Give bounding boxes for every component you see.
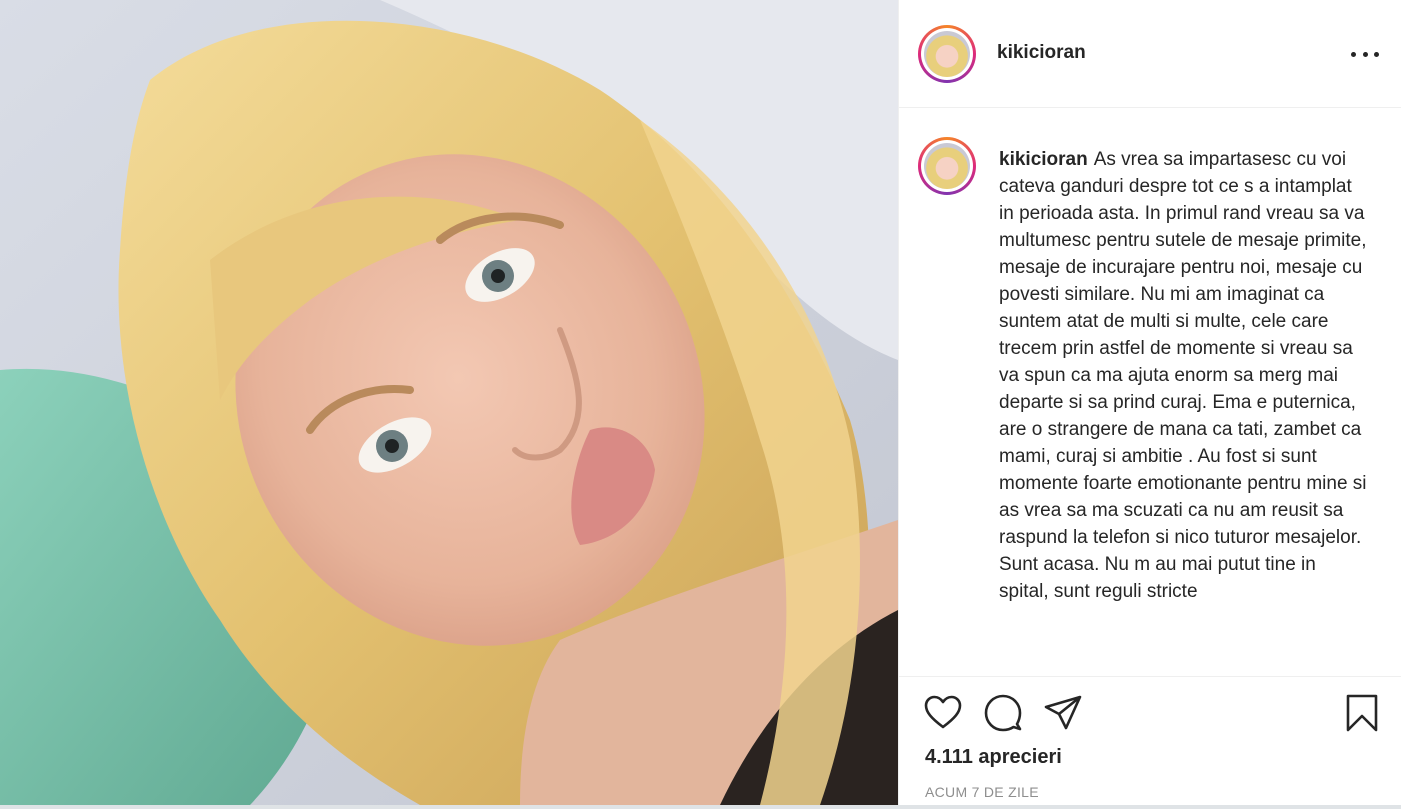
- post-caption: kikicioran As vrea sa impartasesc cu voi …: [999, 146, 1369, 605]
- header-username-link[interactable]: kikicioran: [997, 42, 1086, 64]
- selfie-image: [0, 0, 898, 805]
- paper-plane-icon[interactable]: [1043, 693, 1083, 733]
- caption-story-ring[interactable]: [918, 137, 976, 195]
- avatar: [924, 31, 970, 77]
- likes-count[interactable]: 4.111 aprecieri: [925, 746, 1062, 769]
- caption-text: As vrea sa impartasesc cu voi cateva gan…: [999, 149, 1367, 602]
- heart-icon[interactable]: [923, 693, 963, 733]
- post-photo[interactable]: [0, 0, 898, 805]
- comments-area[interactable]: kikicioran As vrea sa impartasesc cu voi …: [899, 109, 1401, 675]
- comment-bubble-icon[interactable]: [983, 693, 1023, 733]
- caption-username-link[interactable]: kikicioran: [999, 149, 1088, 170]
- post-header: kikicioran: [899, 0, 1401, 108]
- action-bar: 4.111 aprecieri ACUM 7 DE ZILE: [899, 676, 1401, 805]
- post-timestamp[interactable]: ACUM 7 DE ZILE: [925, 784, 1039, 800]
- caption-avatar: [924, 143, 970, 189]
- story-ring[interactable]: [918, 25, 976, 83]
- bottom-edge: [0, 805, 1401, 809]
- more-options-icon[interactable]: [1351, 42, 1379, 66]
- bookmark-icon[interactable]: [1342, 693, 1382, 733]
- post-details-panel: kikicioran kikicioran As vrea sa impartas…: [898, 0, 1401, 805]
